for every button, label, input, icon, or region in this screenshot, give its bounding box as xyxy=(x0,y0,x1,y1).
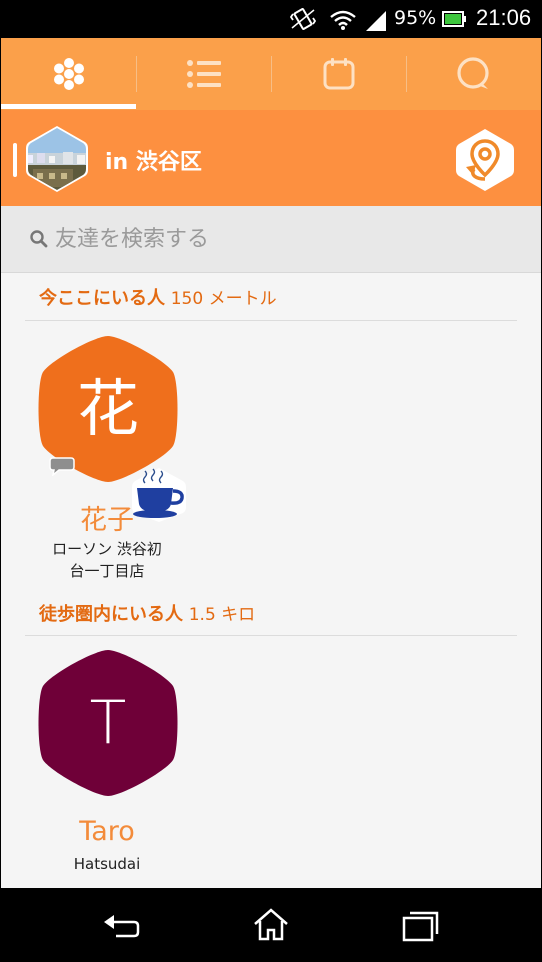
chat-bubble-icon xyxy=(456,57,489,89)
divider xyxy=(25,320,517,321)
location-accent xyxy=(13,143,17,177)
chat-bubble-icon xyxy=(49,457,75,476)
calendar-icon xyxy=(323,58,354,90)
battery-percent: 95% xyxy=(394,7,437,29)
location-pin-refresh-icon[interactable] xyxy=(452,127,518,193)
location-title: in 渋谷区 xyxy=(105,150,202,175)
back-icon[interactable] xyxy=(100,904,144,944)
section-header-here-now: 今ここにいる人 150 メートル xyxy=(39,284,277,310)
wifi-icon xyxy=(330,10,356,30)
friend-avatar[interactable]: T xyxy=(37,648,179,798)
vibrate-icon xyxy=(290,8,316,30)
signal-icon xyxy=(366,11,386,31)
avatar-initial: T xyxy=(89,688,127,758)
home-icon[interactable] xyxy=(249,904,293,944)
location-bar: in 渋谷区 xyxy=(1,110,541,206)
active-tab-indicator xyxy=(1,104,136,109)
friend-location-line1: Hatsudai xyxy=(73,855,141,873)
tab-bar xyxy=(1,38,541,110)
section-distance: 1.5 キロ xyxy=(188,605,256,625)
tab-chat[interactable] xyxy=(406,38,541,110)
search-bar xyxy=(1,206,541,273)
battery-icon xyxy=(442,11,466,27)
tab-hive[interactable] xyxy=(1,38,136,110)
status-bar: 95% 21:06 xyxy=(0,0,542,38)
hexagon-cluster-icon xyxy=(53,58,84,90)
section-header-walking-distance: 徒歩圏内にいる人 1.5 キロ xyxy=(39,600,255,626)
search-input[interactable] xyxy=(55,222,515,256)
list-icon xyxy=(186,60,221,88)
friend-location-line1: ローソン 渋谷初 xyxy=(52,540,162,558)
app-screen: in 渋谷区 今ここにいる人 150 メートル 花 xyxy=(1,38,541,888)
recent-apps-icon[interactable] xyxy=(399,904,443,944)
divider xyxy=(25,635,517,636)
tab-list[interactable] xyxy=(136,38,271,110)
tab-calendar[interactable] xyxy=(271,38,406,110)
section-label: 徒歩圏内にいる人 xyxy=(39,604,183,625)
friend-name[interactable]: 花子 xyxy=(7,498,207,537)
section-label: 今ここにいる人 xyxy=(39,288,165,309)
clock: 21:06 xyxy=(476,5,532,30)
location-photo[interactable] xyxy=(23,125,91,193)
search-icon xyxy=(30,230,48,248)
friend-name[interactable]: Taro xyxy=(7,816,207,847)
friend-location-line2: 台一丁目店 xyxy=(69,562,145,580)
system-nav-bar xyxy=(0,888,542,962)
section-distance: 150 メートル xyxy=(170,289,277,309)
